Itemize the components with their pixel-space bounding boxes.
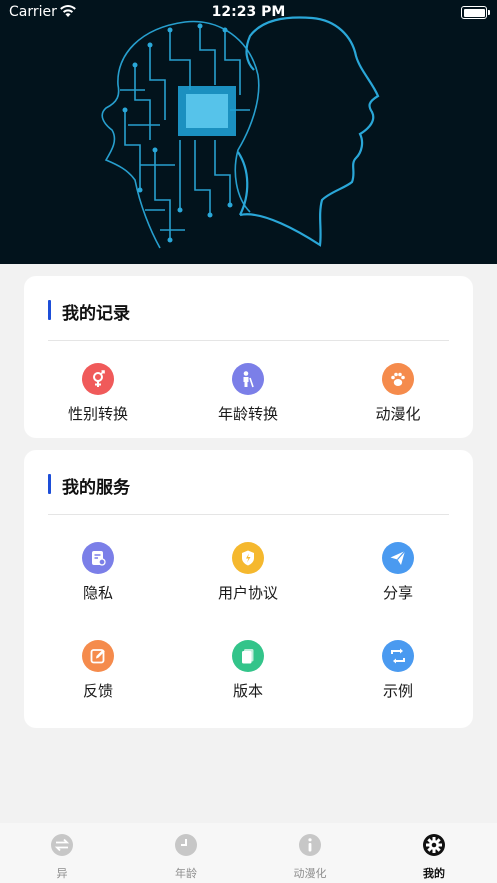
share-plane-icon [382, 542, 414, 574]
info-icon [299, 834, 321, 856]
tab-mine[interactable]: 我的 [372, 833, 496, 881]
services-card: 我的服务 隐私 用户协议 分享 反馈 版本 示例 [24, 450, 473, 728]
record-age-label: 年龄转换 [217, 405, 278, 423]
service-privacy-button[interactable]: 隐私 [38, 542, 158, 603]
service-feedback-button[interactable]: 反馈 [38, 640, 158, 701]
agreement-shield-icon [232, 542, 264, 574]
record-age-button[interactable]: 年龄转换 [188, 363, 308, 424]
section-accent-bar [48, 474, 51, 494]
status-bar: Carrier 12:23 PM [0, 0, 497, 26]
settings-gear-icon [423, 834, 445, 856]
feedback-edit-icon [82, 640, 114, 672]
battery-icon [461, 6, 490, 19]
record-gender-label: 性别转换 [67, 405, 128, 423]
service-share-button[interactable]: 分享 [338, 542, 458, 603]
tab-swap[interactable]: 异 [0, 833, 124, 881]
tab-bar: 异 年龄 动漫化 我的 [0, 823, 497, 883]
hero-banner: Carrier 12:23 PM [0, 0, 497, 264]
tab-swap-label: 异 [56, 867, 68, 880]
record-anime-label: 动漫化 [375, 405, 421, 423]
records-title: 我的记录 [62, 304, 130, 324]
service-share-label: 分享 [382, 584, 413, 602]
tab-anime-label: 动漫化 [293, 867, 327, 880]
tab-age-label: 年龄 [175, 867, 197, 880]
service-feedback-label: 反馈 [82, 682, 113, 700]
section-accent-bar [48, 300, 51, 320]
example-swap-icon [382, 640, 414, 672]
tab-anime[interactable]: 动漫化 [248, 833, 372, 881]
version-doc-icon [232, 640, 264, 672]
service-version-label: 版本 [232, 682, 263, 700]
paw-icon [382, 363, 414, 395]
service-agreement-label: 用户协议 [217, 584, 278, 602]
service-version-button[interactable]: 版本 [188, 640, 308, 701]
service-example-button[interactable]: 示例 [338, 640, 458, 701]
records-card: 我的记录 性别转换 年龄转换 动漫化 [24, 276, 473, 438]
divider [48, 514, 449, 515]
tab-age[interactable]: 年龄 [124, 833, 248, 881]
privacy-doc-icon [82, 542, 114, 574]
clock-icon [175, 834, 197, 856]
tab-mine-label: 我的 [423, 867, 445, 880]
record-gender-button[interactable]: 性别转换 [38, 363, 158, 424]
gender-icon [82, 363, 114, 395]
ai-head-illustration [101, 16, 380, 249]
services-title: 我的服务 [62, 478, 130, 498]
service-agreement-button[interactable]: 用户协议 [188, 542, 308, 603]
service-example-label: 示例 [382, 682, 413, 700]
swap-icon [51, 834, 73, 856]
status-time: 12:23 PM [211, 4, 286, 20]
service-privacy-label: 隐私 [82, 584, 113, 602]
divider [48, 340, 449, 341]
age-person-icon [232, 363, 264, 395]
record-anime-button[interactable]: 动漫化 [338, 363, 458, 424]
